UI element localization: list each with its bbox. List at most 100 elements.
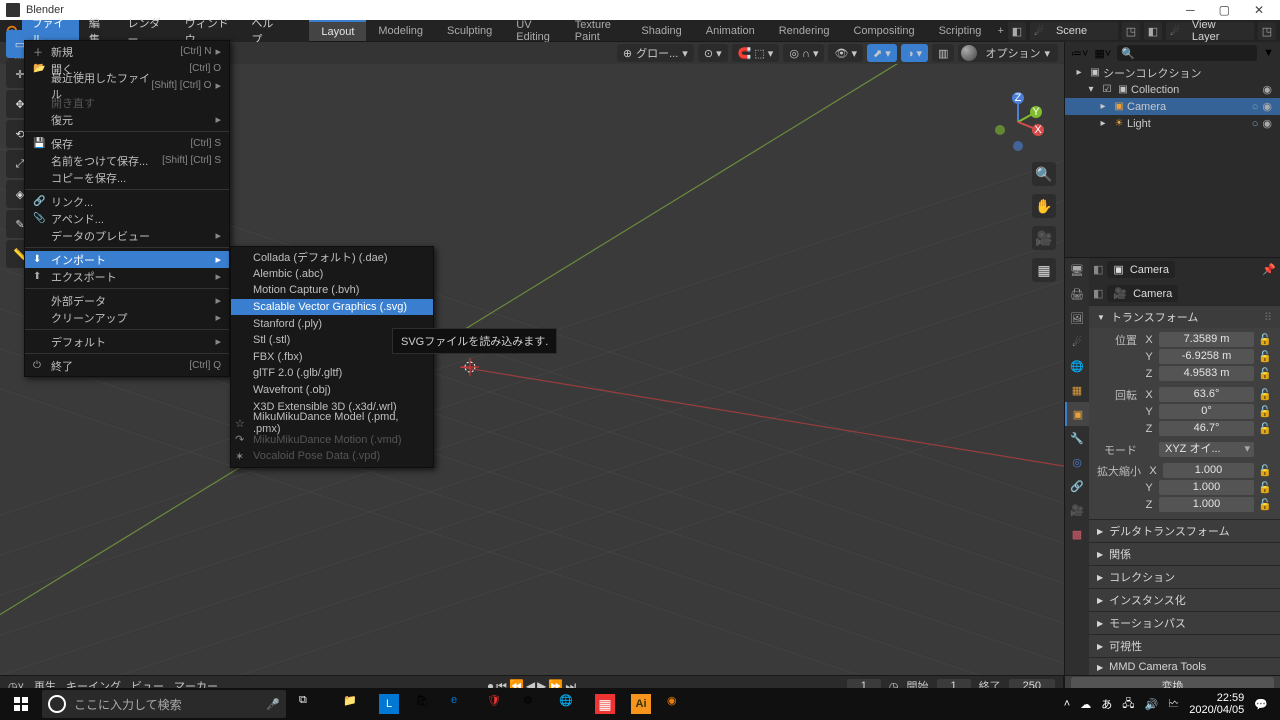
- proportional-edit-toggle[interactable]: ◎ ∩ ▾: [783, 44, 824, 62]
- prop-tab-output[interactable]: 🖨: [1065, 282, 1089, 306]
- import-menu-item[interactable]: Collada (デフォルト) (.dae): [231, 249, 433, 266]
- lock-icon[interactable]: 🔓: [1258, 333, 1272, 346]
- panel-デルタトランスフォーム[interactable]: ▶デルタトランスフォーム: [1089, 519, 1280, 542]
- prop-tab-object[interactable]: ▣: [1065, 402, 1089, 426]
- panel-インスタンス化[interactable]: ▶インスタンス化: [1089, 588, 1280, 611]
- window-close-button[interactable]: ✕: [1254, 3, 1264, 17]
- pan-icon[interactable]: ✋: [1032, 194, 1056, 218]
- scale-x-field[interactable]: 1.000: [1163, 463, 1254, 478]
- file-menu-item[interactable]: 💾保存[Ctrl] S: [25, 135, 229, 152]
- menu-window[interactable]: ウィンドウ: [175, 20, 242, 42]
- pin-icon[interactable]: 📌: [1262, 263, 1276, 276]
- taskbar-app-3[interactable]: ⚙: [516, 690, 550, 718]
- file-menu-item[interactable]: デフォルト▸: [25, 333, 229, 350]
- workspace-add-button[interactable]: +: [993, 20, 1008, 41]
- scale-z-field[interactable]: 1.000: [1159, 497, 1254, 512]
- location-z-field[interactable]: 4.9583 m: [1159, 366, 1254, 381]
- panel-MMD Camera Tools[interactable]: ▶MMD Camera Tools: [1089, 657, 1280, 676]
- file-menu-item[interactable]: ＋新規[Ctrl] N▸: [25, 43, 229, 60]
- file-menu-item[interactable]: ⏻終了[Ctrl] Q: [25, 357, 229, 374]
- prop-tab-viewlayer[interactable]: 🖼: [1065, 306, 1089, 330]
- prop-tab-world[interactable]: 🌐: [1065, 354, 1089, 378]
- import-menu-item[interactable]: ☆MikuMikuDance Model (.pmd, .pmx): [231, 415, 433, 432]
- eye-icon[interactable]: ◉: [1260, 117, 1274, 130]
- mic-icon[interactable]: 🎤: [266, 698, 280, 711]
- prop-tab-physics[interactable]: ◎: [1065, 450, 1089, 474]
- start-button[interactable]: [6, 690, 36, 718]
- taskbar-app-1[interactable]: L: [372, 690, 406, 718]
- file-menu-item[interactable]: ⬇インポート▸: [25, 251, 229, 268]
- eye-icon[interactable]: ◉: [1260, 100, 1274, 113]
- menu-edit[interactable]: 編集: [79, 20, 118, 42]
- import-menu-item[interactable]: Alembic (.abc): [231, 266, 433, 283]
- workspace-tab-compositing[interactable]: Compositing: [841, 20, 926, 41]
- taskbar-app-explorer[interactable]: 📁: [336, 690, 370, 718]
- outliner-item-camera[interactable]: ▸▣ Camera ○ ◉: [1065, 98, 1280, 115]
- menu-help[interactable]: ヘルプ: [241, 20, 289, 42]
- file-menu-item[interactable]: ⬆エクスポート▸: [25, 268, 229, 285]
- rotation-mode-dropdown[interactable]: XYZ オイ... ▾: [1159, 442, 1254, 457]
- location-x-field[interactable]: 7.3589 m: [1159, 332, 1254, 347]
- prop-tab-constraints[interactable]: 🔗: [1065, 474, 1089, 498]
- import-menu-item[interactable]: Wavefront (.obj): [231, 382, 433, 399]
- workspace-tab-modeling[interactable]: Modeling: [366, 20, 435, 41]
- layer-new-button[interactable]: ◳: [1258, 22, 1276, 40]
- window-minimize-button[interactable]: ─: [1186, 3, 1195, 17]
- tray-network-icon[interactable]: 🖧: [1122, 695, 1134, 714]
- scene-new-button[interactable]: ◳: [1122, 22, 1140, 40]
- rotation-x-field[interactable]: 63.6°: [1159, 387, 1254, 402]
- file-menu-item[interactable]: 最近使用したファイル[Shift] [Ctrl] O▸: [25, 77, 229, 94]
- workspace-tab-scripting[interactable]: Scripting: [927, 20, 994, 41]
- ortho-toggle-icon[interactable]: ▦: [1032, 258, 1056, 282]
- tray-notifications-icon[interactable]: 💬: [1254, 698, 1268, 711]
- tray-battery-icon[interactable]: 🗠: [1168, 695, 1179, 714]
- menu-render[interactable]: レンダー: [117, 20, 174, 42]
- panel-関係[interactable]: ▶関係: [1089, 542, 1280, 565]
- prop-tab-render[interactable]: 🖥: [1065, 258, 1089, 282]
- file-menu-item[interactable]: 🔗リンク...: [25, 193, 229, 210]
- workspace-tab-layout[interactable]: Layout: [309, 20, 366, 41]
- prop-tab-collection[interactable]: ▦: [1065, 378, 1089, 402]
- data-name-field[interactable]: 🎥 Camera: [1107, 285, 1178, 302]
- outliner-item-light[interactable]: ▸☀ Light ○ ◉: [1065, 115, 1280, 132]
- file-menu-item[interactable]: コピーを保存...: [25, 169, 229, 186]
- panel-モーションパス[interactable]: ▶モーションパス: [1089, 611, 1280, 634]
- import-menu-item[interactable]: glTF 2.0 (.glb/.gltf): [231, 365, 433, 382]
- tray-expand-icon[interactable]: ˄: [1064, 698, 1070, 710]
- file-menu-item[interactable]: 外部データ▸: [25, 292, 229, 309]
- rotation-z-field[interactable]: 46.7°: [1159, 421, 1254, 436]
- file-menu-item[interactable]: 名前をつけて保存...[Shift] [Ctrl] S: [25, 152, 229, 169]
- outliner-collection[interactable]: ▾☑▣ Collection ◉: [1065, 81, 1280, 98]
- editor-type-icon[interactable]: ≔˅: [1071, 47, 1088, 60]
- prop-tab-data[interactable]: 🎥: [1065, 498, 1089, 522]
- file-menu-item[interactable]: 復元▸: [25, 111, 229, 128]
- tray-ime-icon[interactable]: あ: [1101, 696, 1112, 712]
- zoom-icon[interactable]: 🔍: [1032, 162, 1056, 186]
- taskbar-search[interactable]: ここに入力して検索 🎤: [42, 690, 286, 718]
- import-menu-item[interactable]: Scalable Vector Graphics (.svg): [231, 299, 433, 316]
- file-menu-item[interactable]: データのプレビュー▸: [25, 227, 229, 244]
- scale-y-field[interactable]: 1.000: [1159, 480, 1254, 495]
- window-maximize-button[interactable]: ▢: [1219, 3, 1230, 17]
- prop-tab-scene[interactable]: ☄: [1065, 330, 1089, 354]
- taskbar-app-edge[interactable]: e: [444, 690, 478, 718]
- task-view-button[interactable]: ⧉: [292, 690, 326, 718]
- overlay-toggle[interactable]: ◑ ▾: [901, 44, 928, 62]
- taskbar-app-2[interactable]: 🛡: [480, 690, 514, 718]
- tray-onedrive-icon[interactable]: ☁: [1080, 698, 1091, 711]
- taskbar-app-4[interactable]: ▦: [588, 690, 622, 718]
- viewlayer-field[interactable]: ☄ View Layer: [1166, 22, 1254, 40]
- taskbar-app-illustrator[interactable]: Ai: [624, 690, 658, 718]
- workspace-tab-animation[interactable]: Animation: [694, 20, 767, 41]
- taskbar-app-store[interactable]: 🛍: [408, 690, 442, 718]
- gizmo-toggle[interactable]: ⬈ ▾: [867, 44, 897, 62]
- eye-icon[interactable]: ◉: [1260, 83, 1274, 96]
- rotation-y-field[interactable]: 0°: [1159, 404, 1254, 419]
- scene-field[interactable]: ☄ Scene: [1030, 22, 1118, 40]
- prop-tab-texture[interactable]: ▩: [1065, 522, 1089, 546]
- panel-transform[interactable]: ▼トランスフォーム⠿: [1089, 305, 1280, 328]
- tray-volume-icon[interactable]: 🔊: [1144, 698, 1158, 711]
- location-y-field[interactable]: -6.9258 m: [1159, 349, 1254, 364]
- prop-tab-modifiers[interactable]: 🔧: [1065, 426, 1089, 450]
- workspace-tab-shading[interactable]: Shading: [629, 20, 693, 41]
